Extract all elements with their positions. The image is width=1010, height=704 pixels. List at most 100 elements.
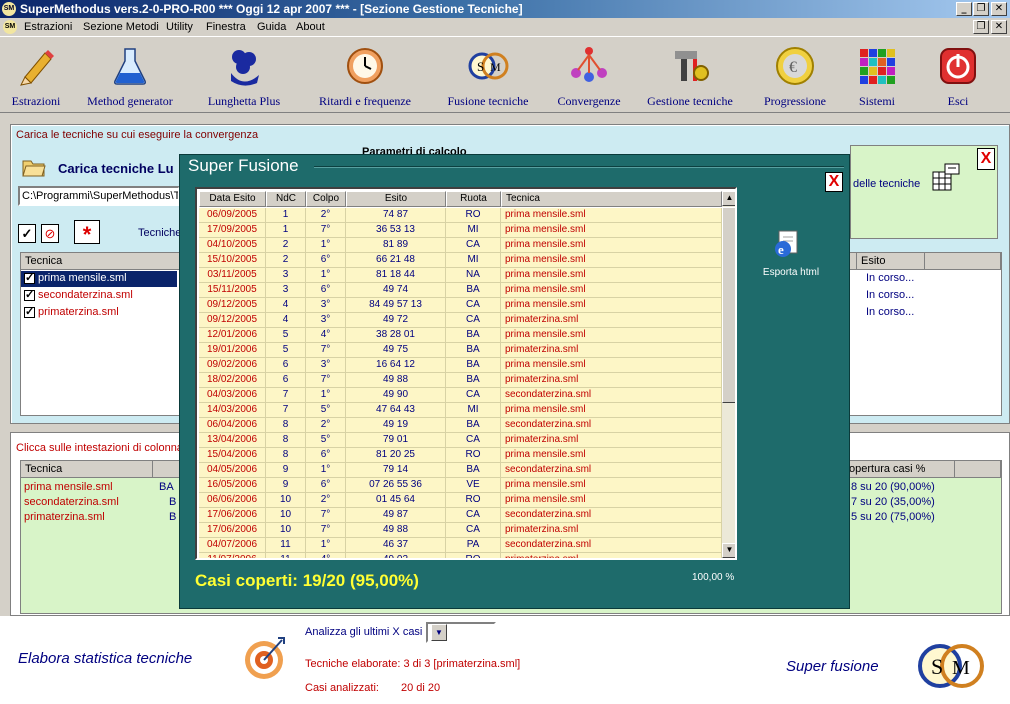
asterisk-button[interactable]: *	[74, 220, 100, 247]
cell-data-esito: 15/10/2005	[199, 253, 266, 268]
table-row[interactable]: 16/05/2006 9 6° 07 26 55 36 VE prima mensile.…	[199, 478, 722, 493]
table-row[interactable]: 04/03/2006 7 1° 49 90 CA secondaterzina.sml	[199, 388, 722, 403]
convergenze-button[interactable]: Convergenze	[548, 41, 630, 111]
close-button[interactable]: ✕	[991, 2, 1007, 16]
cell-ndc: 8	[266, 433, 306, 448]
cell-colpo: 5°	[306, 403, 346, 418]
table-row[interactable]: 04/10/2005 2 1° 81 89 CA prima mensile.sml	[199, 238, 722, 253]
cell-colpo: 6°	[306, 253, 346, 268]
sistemi-button[interactable]: Sistemi	[848, 41, 906, 111]
menu-guida[interactable]: Guida	[257, 21, 286, 33]
col-ndc[interactable]: NdC	[266, 191, 306, 207]
uncheck-all-button[interactable]: ⊘	[41, 224, 59, 243]
cell-data-esito: 06/09/2005	[199, 208, 266, 223]
menu-sezione-metodi[interactable]: Sezione Metodi	[83, 21, 159, 33]
table-row[interactable]: 09/12/2005 4 3° 49 72 CA primaterzina.sml	[199, 313, 722, 328]
stats-row-name[interactable]: primaterzina.sml	[24, 511, 105, 523]
table-row[interactable]: 15/10/2005 2 6° 66 21 48 MI prima mensile.sml	[199, 253, 722, 268]
table-row[interactable]: 14/03/2006 7 5° 47 64 43 MI prima mensile.sml	[199, 403, 722, 418]
tecnica-header[interactable]: Tecnica	[21, 461, 153, 478]
stats-row-name[interactable]: prima mensile.sml	[24, 481, 113, 493]
table-row[interactable]: 04/07/2006 11 1° 46 37 PA secondaterzina.sml	[199, 538, 722, 553]
row-checkbox[interactable]	[24, 271, 35, 284]
table-row[interactable]: 03/11/2005 3 1° 81 18 44 NA prima mensile.sml	[199, 268, 722, 283]
cell-ruota: MI	[446, 253, 501, 268]
table-row[interactable]: 17/06/2006 10 7° 49 87 CA secondaterzina.sml	[199, 508, 722, 523]
load-techniques-label[interactable]: Carica tecniche Lu	[58, 161, 174, 176]
analizza-select[interactable]: 20▼	[426, 622, 496, 643]
super-fusione-icon[interactable]: SM	[914, 642, 988, 690]
col-esito[interactable]: Esito	[346, 191, 446, 207]
cell-esito: 36 53 13	[346, 223, 446, 238]
cell-ndc: 5	[266, 328, 306, 343]
target-icon[interactable]	[240, 634, 288, 682]
table-row[interactable]: 17/09/2005 1 7° 36 53 13 MI prima mensile.sml	[199, 223, 722, 238]
lunghetta-plus-button[interactable]: Lunghetta Plus	[196, 41, 292, 111]
table-row[interactable]: secondaterzina.sml	[24, 288, 133, 301]
col-data-esito[interactable]: Data Esito	[199, 191, 266, 207]
table-row[interactable]: 18/02/2006 6 7° 49 88 BA primaterzina.sml	[199, 373, 722, 388]
calc-sheet-icon[interactable]	[931, 162, 961, 192]
col-colpo[interactable]: Colpo	[306, 191, 346, 207]
ie-export-icon[interactable]: e	[773, 229, 799, 259]
col-ruota[interactable]: Ruota	[446, 191, 501, 207]
ritardi-frequenze-button[interactable]: Ritardi e frequenze	[306, 41, 424, 111]
minimize-button[interactable]: _	[956, 2, 972, 16]
estrazioni-button[interactable]: Estrazioni	[4, 41, 68, 111]
table-row[interactable]: 15/04/2006 8 6° 81 20 25 RO prima mensile.sml	[199, 448, 722, 463]
mdi-close-button[interactable]: ✕	[991, 20, 1007, 34]
esito-header[interactable]: Esito	[857, 253, 925, 270]
vertical-scrollbar[interactable]: ▲ ▼	[722, 191, 735, 558]
top-panel-close-button[interactable]: X	[977, 148, 995, 170]
mdi-restore-button[interactable]: ❐	[973, 20, 989, 34]
sistemi-label: Sistemi	[858, 94, 895, 108]
table-row[interactable]: primaterzina.sml	[24, 305, 119, 318]
restore-button[interactable]: ❐	[973, 2, 989, 16]
table-row[interactable]: 15/11/2005 3 6° 49 74 BA prima mensile.sml	[199, 283, 722, 298]
table-row[interactable]: prima mensile.sml	[24, 271, 127, 284]
cell-esito: 49 88	[346, 523, 446, 538]
scroll-thumb[interactable]	[722, 207, 735, 403]
folder-icon[interactable]	[22, 156, 46, 178]
table-row[interactable]: 13/04/2006 8 5° 79 01 CA primaterzina.sml	[199, 433, 722, 448]
cell-esito: 49 90	[346, 388, 446, 403]
table-row[interactable]: 09/12/2005 4 3° 84 49 57 13 CA prima mensile.…	[199, 298, 722, 313]
menu-about[interactable]: About	[296, 21, 325, 33]
esporta-html-label[interactable]: Esporta html	[758, 267, 824, 278]
check-all-button[interactable]: ✓	[18, 224, 36, 243]
table-row[interactable]: 11/07/2006114°49 02ROprimaterzina.sml	[199, 553, 722, 558]
menu-utility[interactable]: Utility	[166, 21, 193, 33]
cell-colpo: 7°	[306, 373, 346, 388]
table-row[interactable]: 12/01/2006 5 4° 38 28 01 BA prima mensile.sml	[199, 328, 722, 343]
path-field[interactable]: C:\Programmi\SuperMethodus\Te	[18, 186, 180, 206]
stats-row-name[interactable]: secondaterzina.sml	[24, 496, 119, 508]
scroll-up-button[interactable]: ▲	[722, 191, 735, 206]
table-row[interactable]: 06/09/2005 1 2° 74 87 RO prima mensile.sml	[199, 208, 722, 223]
fusione-tecniche-button[interactable]: SM Fusione tecniche	[436, 41, 540, 111]
menu-finestra[interactable]: Finestra	[206, 21, 246, 33]
cell-colpo: 6°	[306, 478, 346, 493]
chevron-down-icon[interactable]: ▼	[431, 624, 447, 641]
table-row[interactable]: 06/06/2006 10 2° 01 45 64 RO prima mensile.sm…	[199, 493, 722, 508]
scroll-down-button[interactable]: ▼	[722, 543, 735, 558]
table-row[interactable]: 17/06/2006 10 7° 49 88 CA primaterzina.sml	[199, 523, 722, 538]
row-checkbox[interactable]	[24, 288, 35, 301]
menu-estrazioni[interactable]: Estrazioni	[24, 21, 72, 33]
col-tecnica[interactable]: Tecnica	[501, 191, 722, 207]
table-row[interactable]: 04/05/2006 9 1° 79 14 BA secondaterzina.sml	[199, 463, 722, 478]
gestione-tecniche-button[interactable]: Gestione tecniche	[636, 41, 744, 111]
table-row[interactable]: 06/04/2006 8 2° 49 19 BA secondaterzina.sml	[199, 418, 722, 433]
cell-ndc: 5	[266, 343, 306, 358]
esci-button[interactable]: Esci	[930, 41, 986, 111]
table-row[interactable]: 09/02/2006 6 3° 16 64 12 BA prima mensile.sml	[199, 358, 722, 373]
row-checkbox[interactable]	[24, 305, 35, 318]
progressione-button[interactable]: € Progressione	[752, 41, 838, 111]
cell-ruota: CA	[446, 523, 501, 538]
method-generator-button[interactable]: Method generator	[76, 41, 184, 111]
table-row[interactable]: 19/01/2006 5 7° 49 75 BA primaterzina.sml	[199, 343, 722, 358]
cell-tecnica: prima mensile.sml	[501, 478, 722, 493]
params-box	[850, 145, 998, 239]
dialog-close-button[interactable]: X	[825, 172, 843, 192]
copertura-header[interactable]: opertura casi %	[845, 461, 955, 478]
cell-colpo: 2°	[306, 493, 346, 508]
